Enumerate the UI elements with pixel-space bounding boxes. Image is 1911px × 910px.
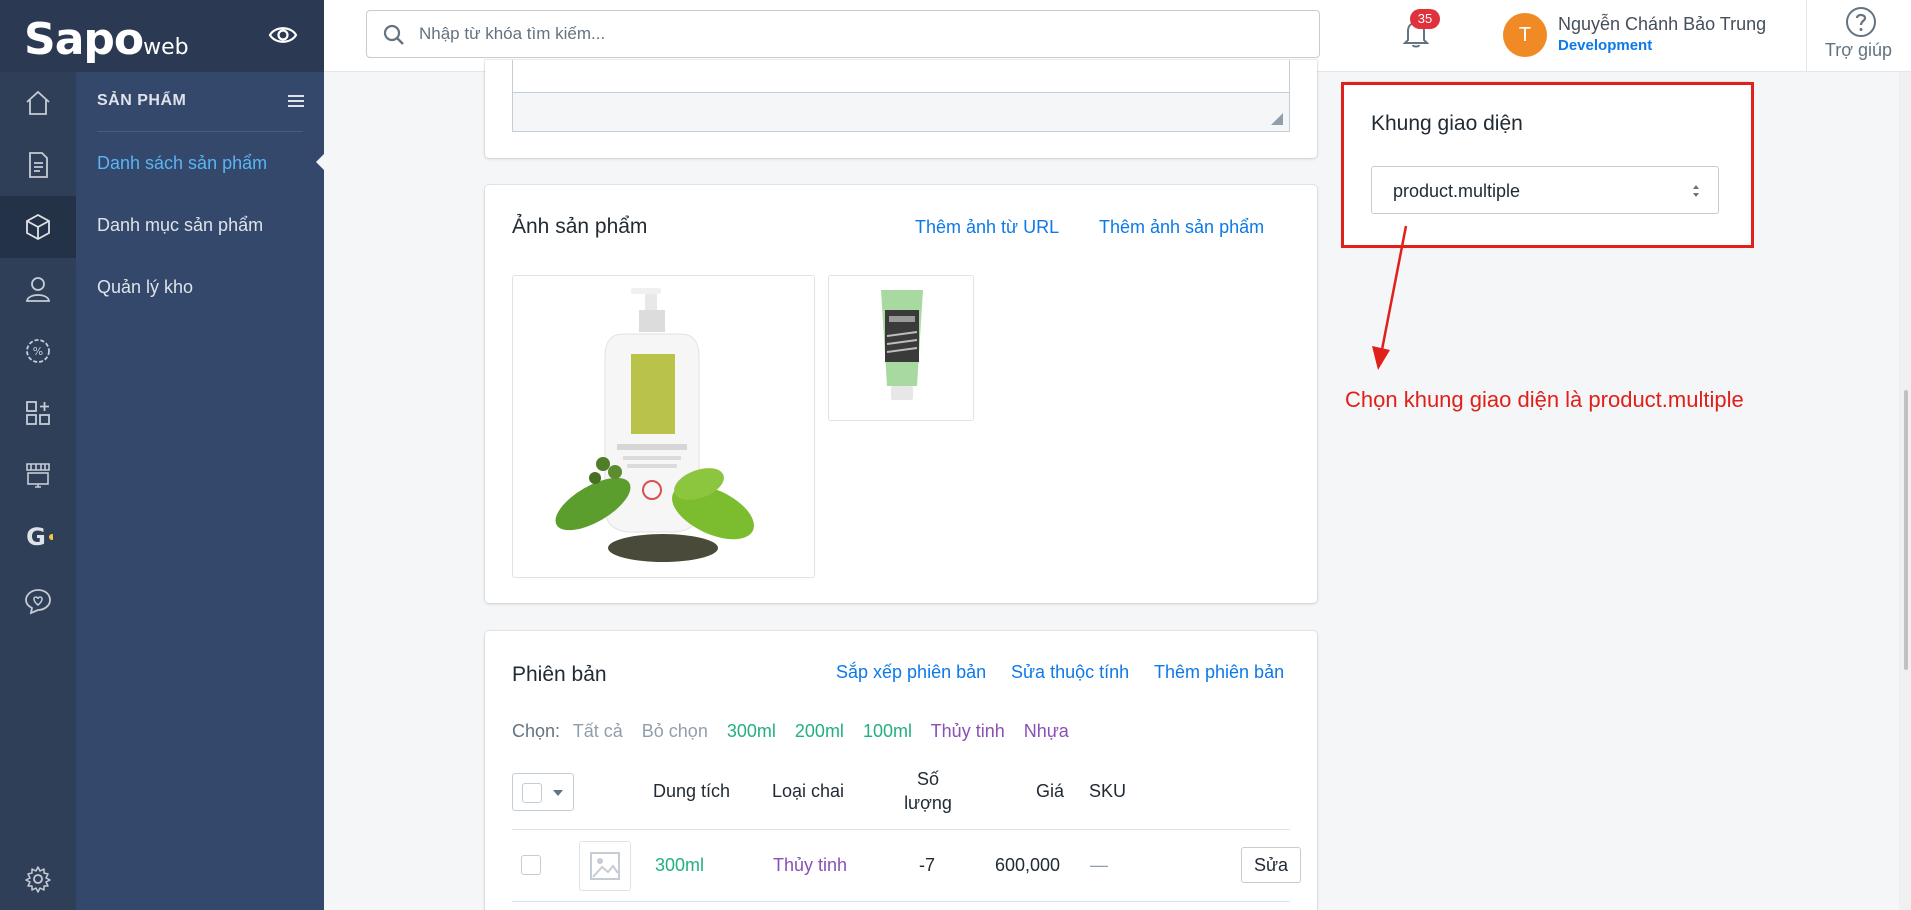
deselect-link[interactable]: Bỏ chọn <box>642 721 708 741</box>
subnav-divider <box>97 131 303 132</box>
active-caret <box>316 154 324 170</box>
help-button[interactable]: Trợ giúp <box>1806 0 1911 72</box>
table-divider <box>512 901 1290 902</box>
variant-filter-row: Chọn: Tất cả Bỏ chọn 300ml 200ml 100ml T… <box>512 721 1083 742</box>
subnav-item-inventory[interactable]: Quản lý kho <box>97 277 193 298</box>
bulk-select-checkbox[interactable] <box>522 783 542 803</box>
row-capacity[interactable]: 300ml <box>655 855 704 876</box>
variants-card: Phiên bản Sắp xếp phiên bản Sửa thuộc tí… <box>485 631 1317 910</box>
logo-area: Sapoweb <box>0 0 324 72</box>
row-checkbox[interactable] <box>521 855 541 875</box>
page-scrollbar-thumb[interactable] <box>1904 390 1908 670</box>
svg-text:%: % <box>33 345 43 358</box>
filter-300ml[interactable]: 300ml <box>727 721 776 741</box>
filter-200ml[interactable]: 200ml <box>795 721 844 741</box>
settings-icon <box>25 866 51 893</box>
home-icon <box>26 90 50 115</box>
avatar[interactable]: T <box>1503 13 1547 57</box>
notification-badge: 35 <box>1410 9 1440 29</box>
template-select[interactable]: product.multiple <box>1371 166 1719 214</box>
rail-google[interactable]: G <box>0 506 76 568</box>
add-image-from-url-link[interactable]: Thêm ảnh từ URL <box>915 217 1059 238</box>
column-header-quantity-line2: lượng <box>904 793 952 813</box>
apps-icon <box>26 401 50 425</box>
svg-text:G: G <box>26 523 46 551</box>
select-arrows-icon <box>1693 185 1699 197</box>
rail-store[interactable] <box>0 444 76 506</box>
user-name[interactable]: Nguyễn Chánh Bảo Trung <box>1558 14 1766 35</box>
sapo-logo[interactable]: Sapoweb <box>24 14 189 65</box>
rail-home[interactable] <box>0 72 76 134</box>
column-header-price: Giá <box>1036 781 1065 801</box>
resize-handle-icon[interactable] <box>1271 113 1283 125</box>
search-input[interactable] <box>419 19 1299 49</box>
product-image-thumbnail[interactable] <box>828 275 974 421</box>
annotation-text: Chọn khung giao diện là product.multiple <box>1345 387 1744 412</box>
rail-settings[interactable] <box>0 848 76 910</box>
store-icon <box>26 463 50 488</box>
template-title: Khung giao diện <box>1371 112 1523 135</box>
search-box[interactable] <box>366 10 1320 58</box>
rail-orders[interactable] <box>0 134 76 196</box>
column-header-capacity: Dung tích <box>653 781 731 801</box>
rail-apps[interactable] <box>0 382 76 444</box>
customers-icon <box>25 277 51 302</box>
row-quantity: -7 <box>919 855 936 875</box>
row-edit-button[interactable]: Sửa <box>1241 847 1301 883</box>
rail-promotions[interactable]: % <box>0 320 76 382</box>
rail-chat[interactable] <box>0 570 76 632</box>
google-icon: G <box>26 523 53 551</box>
row-bottle[interactable]: Thủy tinh <box>773 855 847 876</box>
user-role: Development <box>1558 37 1653 54</box>
add-product-image-link[interactable]: Thêm ảnh sản phẩm <box>1099 217 1264 238</box>
subnav-item-product-categories[interactable]: Danh mục sản phẩm <box>97 215 263 236</box>
chat-icon <box>25 589 51 615</box>
table-divider <box>512 829 1290 830</box>
column-header-bottle: Loại chai <box>772 781 845 801</box>
template-card: Khung giao diện product.multiple <box>1343 82 1752 246</box>
row-sku: — <box>1090 855 1108 875</box>
sub-navigation: SẢN PHẨM Danh sách sản phẩm Danh mục sản… <box>76 72 324 910</box>
filter-plastic[interactable]: Nhựa <box>1024 721 1069 741</box>
search-icon <box>383 24 404 45</box>
column-header-quantity: Số lượng <box>903 767 953 815</box>
select-all-link[interactable]: Tất cả <box>573 721 623 741</box>
sort-variants-link[interactable]: Sắp xếp phiên bản <box>836 662 986 683</box>
products-icon <box>26 213 50 241</box>
row-price: 600,000 <box>995 855 1061 875</box>
logo-main-text: Sapo <box>24 14 144 65</box>
image-placeholder-icon <box>590 852 620 880</box>
filter-100ml[interactable]: 100ml <box>863 721 912 741</box>
product-images-card: Ảnh sản phẩm Thêm ảnh từ URL Thêm ảnh sả… <box>485 185 1317 603</box>
promotions-icon: % <box>26 339 50 363</box>
editor-status-bar <box>513 92 1289 131</box>
add-variant-link[interactable]: Thêm phiên bản <box>1154 662 1284 683</box>
product-image-main[interactable] <box>512 275 815 578</box>
rail-customers[interactable] <box>0 258 76 320</box>
bulk-select-dropdown[interactable] <box>512 773 574 811</box>
variants-title: Phiên bản <box>512 663 607 686</box>
description-editor[interactable] <box>512 60 1290 132</box>
row-image-placeholder[interactable] <box>579 841 631 891</box>
product-images-title: Ảnh sản phẩm <box>512 215 648 238</box>
subnav-title: SẢN PHẨM <box>97 92 187 109</box>
rail-products[interactable] <box>0 196 76 258</box>
column-header-sku: SKU <box>1089 781 1127 801</box>
help-icon <box>1846 7 1876 37</box>
column-header-quantity-line1: Số <box>916 769 940 789</box>
template-select-value: product.multiple <box>1393 181 1521 201</box>
subnav-item-product-list[interactable]: Danh sách sản phẩm <box>97 153 267 174</box>
product-tube-image <box>881 290 923 400</box>
description-card <box>485 60 1317 158</box>
caret-down-icon <box>553 790 563 796</box>
hamburger-icon[interactable] <box>288 94 304 108</box>
edit-attributes-link[interactable]: Sửa thuộc tính <box>1011 662 1129 683</box>
select-label: Chọn: <box>512 721 561 741</box>
filter-glass[interactable]: Thủy tinh <box>931 721 1005 741</box>
eye-icon[interactable] <box>268 22 298 48</box>
help-label: Trợ giúp <box>1824 40 1893 60</box>
orders-icon <box>29 152 48 178</box>
logo-sub-text: web <box>143 35 189 60</box>
product-bottle-image <box>555 288 754 562</box>
